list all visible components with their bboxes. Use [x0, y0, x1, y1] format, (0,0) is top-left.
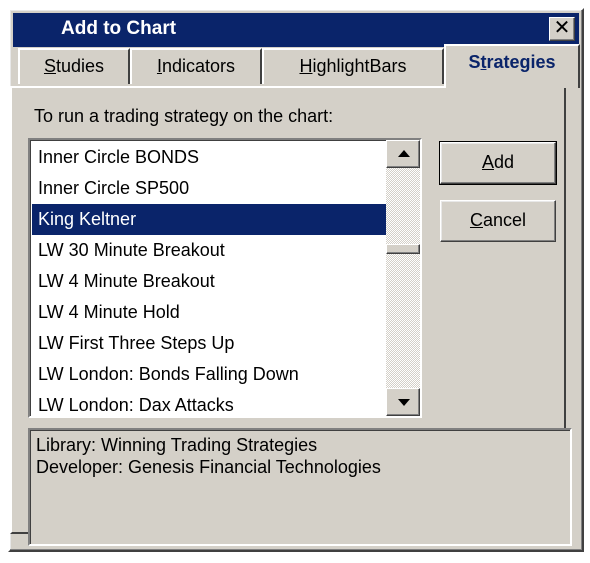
tab-highlightbars-accel: H: [299, 56, 313, 76]
scroll-thumb[interactable]: [386, 244, 420, 254]
list-item[interactable]: LW 4 Minute Breakout: [32, 266, 386, 297]
list-item-selected[interactable]: King Keltner: [32, 204, 386, 235]
tab-indicators[interactable]: Indicators: [130, 48, 262, 84]
vertical-scrollbar[interactable]: [386, 140, 420, 416]
scroll-down-button[interactable]: [386, 388, 420, 416]
close-icon: ✕: [553, 17, 571, 39]
tab-studies[interactable]: Studies: [18, 48, 130, 84]
tab-strategies-pre: S: [468, 52, 481, 72]
add-button-label: dd: [493, 152, 515, 172]
list-item[interactable]: LW London: Dax Attacks: [32, 390, 386, 416]
instruction-text: To run a trading strategy on the chart:: [34, 106, 334, 126]
list-item[interactable]: LW 30 Minute Breakout: [32, 235, 386, 266]
title-bar: Add to Chart ✕: [13, 13, 579, 47]
tab-studies-accel: S: [43, 56, 56, 76]
tab-indicators-label: ndicators: [161, 56, 236, 76]
list-item[interactable]: Inner Circle SP500: [32, 173, 386, 204]
strategy-info-box: Library: Winning Trading Strategies Deve…: [28, 428, 572, 546]
list-item[interactable]: Inner Circle BONDS: [32, 142, 386, 173]
arrow-down-icon: [398, 399, 410, 406]
tab-highlightbars-label: ighlightBars: [312, 56, 407, 76]
library-text: Library: Winning Trading Strategies: [36, 435, 318, 455]
list-item[interactable]: LW First Three Steps Up: [32, 328, 386, 359]
strategy-list: Inner Circle BONDS Inner Circle SP500 Ki…: [32, 142, 386, 416]
cancel-button[interactable]: Cancel: [440, 200, 556, 242]
list-item[interactable]: LW London: Bonds Falling Down: [32, 359, 386, 390]
cancel-button-label: ancel: [482, 210, 527, 230]
add-button-accel: A: [481, 152, 494, 172]
window-title: Add to Chart: [61, 18, 177, 39]
scroll-up-button[interactable]: [386, 140, 420, 168]
developer-text: Developer: Genesis Financial Technologie…: [36, 457, 381, 477]
arrow-up-icon: [398, 150, 410, 157]
tab-highlightbars[interactable]: HighlightBars: [262, 48, 444, 84]
tab-strategies[interactable]: Strategies: [444, 44, 580, 88]
list-item[interactable]: LW 4 Minute Hold: [32, 297, 386, 328]
tab-strategies-label: rategies: [486, 52, 556, 72]
add-button[interactable]: Add: [439, 141, 557, 185]
strategy-listbox[interactable]: Inner Circle BONDS Inner Circle SP500 Ki…: [28, 138, 422, 418]
close-button[interactable]: ✕: [549, 17, 575, 41]
cancel-button-accel: C: [469, 210, 483, 230]
tab-studies-label: tudies: [55, 56, 105, 76]
